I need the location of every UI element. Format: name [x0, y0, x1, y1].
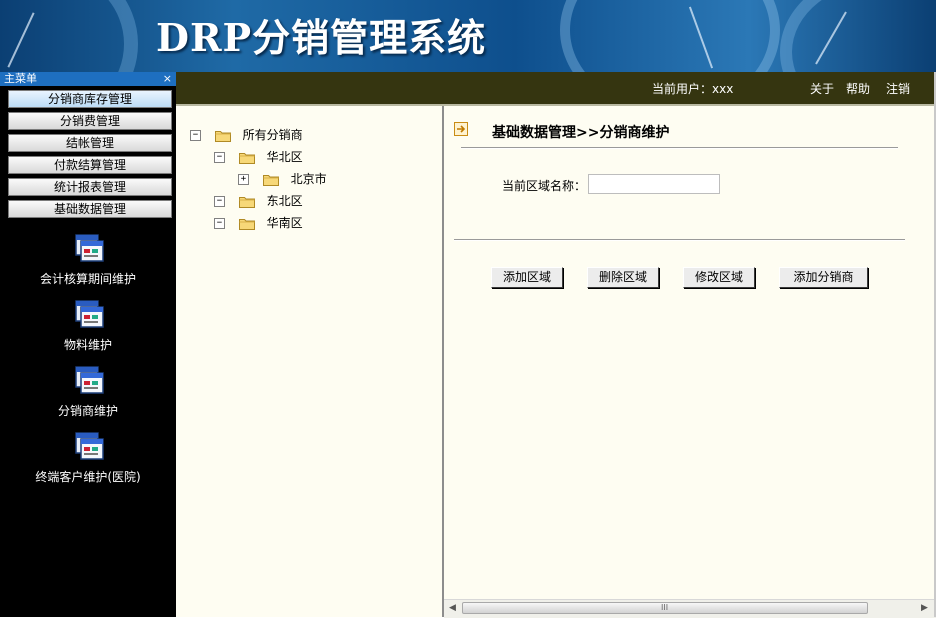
- edit-region-button[interactable]: 修改区域: [683, 267, 755, 288]
- nav-distributor[interactable]: 分销商维护: [0, 364, 176, 419]
- top-info-bar: 当前用户：xxx 关于 帮助 注销: [176, 72, 936, 106]
- window-icon: [75, 366, 104, 394]
- decor-swirl: [560, 0, 780, 72]
- main-menu-header: 主菜单 ×: [0, 72, 176, 86]
- main-menu-panel: 主菜单 × 分销商库存管理 分销费管理 结帐管理 付款结算管理 统计报表管理 基…: [0, 72, 176, 617]
- menu-item-fees[interactable]: 分销费管理: [8, 112, 172, 130]
- collapse-toggle-icon[interactable]: −: [190, 130, 201, 141]
- nav-accounting-period[interactable]: 会计核算期间维护: [0, 232, 176, 287]
- menu-item-basic-data[interactable]: 基础数据管理: [8, 200, 172, 218]
- menu-item-inventory[interactable]: 分销商库存管理: [8, 90, 172, 108]
- divider: [454, 239, 905, 241]
- collapse-toggle-icon[interactable]: −: [214, 196, 225, 207]
- tree-node-south[interactable]: − 华南区: [214, 215, 303, 231]
- main-menu-title: 主菜单: [4, 72, 37, 85]
- tree-node-label: 东北区: [266, 194, 303, 208]
- menu-item-checkout[interactable]: 结帐管理: [8, 134, 172, 152]
- tree-node-north[interactable]: − 华北区: [214, 149, 303, 165]
- nav-material-label: 物料维护: [63, 338, 112, 352]
- folder-icon: [262, 175, 279, 186]
- collapse-toggle-icon[interactable]: −: [214, 218, 225, 229]
- horizontal-scrollbar[interactable]: ◀ III ▶: [444, 599, 936, 618]
- delete-region-button[interactable]: 删除区域: [587, 267, 659, 288]
- nav-accounting-period-label: 会计核算期间维护: [39, 272, 136, 286]
- add-distributor-button[interactable]: 添加分销商: [779, 267, 868, 288]
- tree-node-label: 所有分销商: [242, 128, 303, 142]
- tree-node-beijing[interactable]: + 北京市: [238, 171, 327, 187]
- window-icon: [75, 300, 104, 328]
- close-icon[interactable]: ×: [163, 72, 172, 86]
- scroll-left-icon[interactable]: ◀: [449, 603, 456, 613]
- folder-icon: [214, 131, 231, 142]
- header-banner: DRP分销管理系统: [0, 0, 936, 72]
- divider: [461, 147, 898, 149]
- page-title: 基础数据管理>>分销商维护: [492, 125, 670, 141]
- folder-icon: [238, 197, 255, 208]
- about-link[interactable]: 关于: [810, 80, 834, 97]
- window-icon: [75, 432, 104, 460]
- nav-distributor-label: 分销商维护: [57, 404, 118, 418]
- current-user-label: 当前用户：xxx: [652, 82, 734, 96]
- nav-material[interactable]: 物料维护: [0, 298, 176, 353]
- nav-end-customer[interactable]: 终端客户维护(医院): [0, 430, 176, 485]
- collapse-toggle-icon[interactable]: −: [214, 152, 225, 163]
- logout-link[interactable]: 注销: [886, 80, 910, 97]
- help-link[interactable]: 帮助: [846, 80, 870, 97]
- region-name-input[interactable]: [588, 174, 720, 194]
- scroll-thumb[interactable]: III: [462, 602, 868, 614]
- tree-node-label: 华南区: [266, 216, 303, 230]
- folder-icon: [238, 219, 255, 230]
- menu-item-payment[interactable]: 付款结算管理: [8, 156, 172, 174]
- menu-item-reports[interactable]: 统计报表管理: [8, 178, 172, 196]
- tree-node-all[interactable]: − 所有分销商: [190, 127, 303, 143]
- folder-icon: [238, 153, 255, 164]
- decor-swirl: [780, 0, 936, 72]
- app-title: DRP分销管理系统: [156, 15, 487, 60]
- region-name-label: 当前区域名称：: [502, 179, 587, 193]
- expand-toggle-icon[interactable]: +: [238, 174, 249, 185]
- tree-node-northeast[interactable]: − 东北区: [214, 193, 303, 209]
- nav-end-customer-label: 终端客户维护(医院): [35, 470, 141, 484]
- tree-node-label: 华北区: [266, 150, 303, 164]
- arrow-right-icon: [454, 122, 468, 136]
- content-panel: 基础数据管理>>分销商维护 当前区域名称： 添加区域 删除区域 修改区域 添加分…: [444, 106, 936, 599]
- distributor-tree-panel: − 所有分销商 − 华北区 + 北京市 − 东北区 − 华南区: [176, 106, 444, 617]
- window-icon: [75, 234, 104, 262]
- add-region-button[interactable]: 添加区域: [491, 267, 563, 288]
- scroll-right-icon[interactable]: ▶: [921, 603, 928, 613]
- tree-node-label: 北京市: [290, 172, 327, 186]
- grip-icon: III: [661, 603, 669, 612]
